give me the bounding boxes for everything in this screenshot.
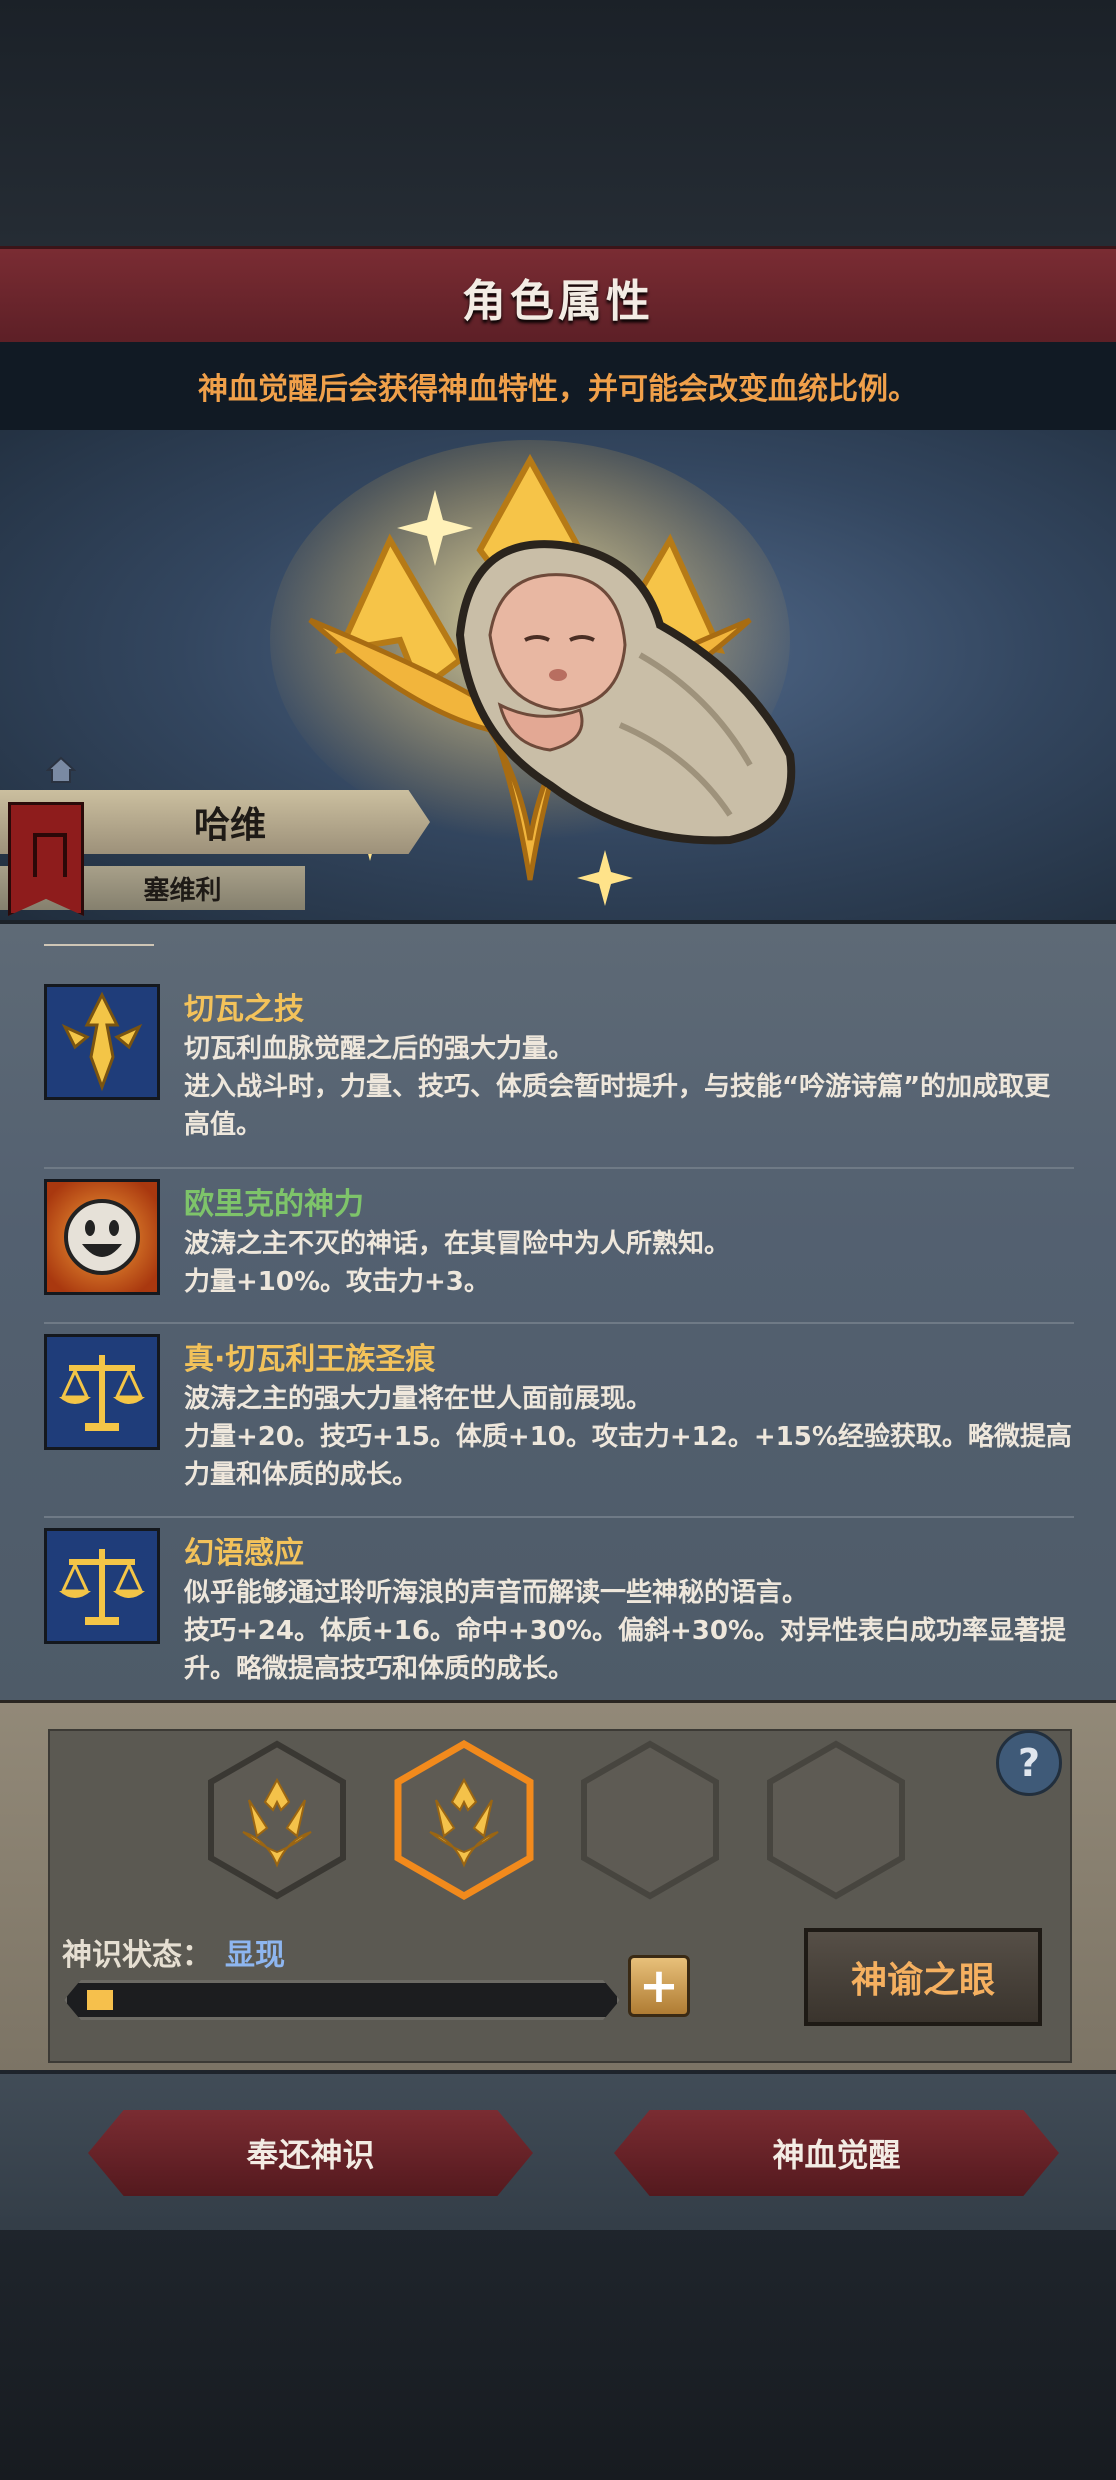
awakening-slot-2[interactable] (394, 1740, 534, 1900)
return-divinity-button[interactable]: 奉还神识 (88, 2110, 533, 2196)
trait-description: 似乎能够通过聆听海浪的声音而解读一些神秘的语言。 技巧+24。体质+16。命中+… (184, 1574, 1074, 1688)
character-lineage: 塞维利 (143, 875, 222, 906)
add-progress-button[interactable]: + (628, 1955, 690, 2017)
list-divider (44, 1167, 1074, 1169)
oracle-eye-button[interactable]: 神谕之眼 (804, 1928, 1042, 2026)
trait-name: 欧里克的神力 (184, 1187, 364, 1222)
trait-description: 波涛之主不灭的神话，在其冒险中为人所熟知。 力量+10%。攻击力+3。 (184, 1225, 1074, 1301)
notice-text: 神血觉醒后会获得神血特性，并可能会改变血统比例。 (198, 372, 918, 407)
trait-description-line: 切瓦利血脉觉醒之后的强大力量。 (184, 1034, 575, 1064)
help-button[interactable]: ? (996, 1730, 1062, 1796)
character-name: 哈维 (193, 805, 266, 846)
golden-sword-emblem-icon (44, 984, 160, 1100)
trait-list[interactable]: 切瓦之技 切瓦利血脉觉醒之后的强大力量。 进入战斗时，力量、技巧、体质会暂时提升… (0, 920, 1116, 1704)
trait-description-line: 技巧+24。体质+16。命中+30%。偏斜+30%。对异性表白成功率显著提升。略… (184, 1616, 1066, 1684)
trait-description-line: 进入战斗时，力量、技巧、体质会暂时提升，与技能“吟游诗篇”的加成取更高值。 (184, 1072, 1051, 1140)
blood-awaken-button[interactable]: 神血觉醒 (614, 2110, 1059, 2196)
banner-mark (33, 833, 67, 877)
title-bar: 角色属性 (0, 246, 1116, 349)
notice-strip: 神血觉醒后会获得神血特性，并可能会改变血统比例。 (0, 342, 1116, 430)
divine-progress-bar (64, 1980, 620, 2020)
blood-awaken-label: 神血觉醒 (772, 2136, 901, 2174)
list-divider (44, 944, 154, 946)
top-background (0, 0, 1116, 246)
trait-description: 切瓦利血脉觉醒之后的强大力量。 进入战斗时，力量、技巧、体质会暂时提升，与技能“… (184, 1030, 1074, 1144)
oracle-eye-label: 神谕之眼 (850, 1960, 995, 2001)
trait-description-line: 波涛之主的强大力量将在世人面前展现。 (184, 1384, 653, 1414)
page-title: 角色属性 (462, 276, 654, 327)
trait-description-line: 力量+20。技巧+15。体质+10。攻击力+12。+15%经验获取。略微提高力量… (184, 1422, 1072, 1490)
trait-description: 波涛之主的强大力量将在世人面前展现。 力量+20。技巧+15。体质+10。攻击力… (184, 1380, 1074, 1494)
awakening-slot-3[interactable] (580, 1740, 720, 1900)
question-mark-icon: ? (1017, 1741, 1041, 1785)
bottom-background (0, 2230, 1116, 2480)
trait-name: 切瓦之技 (184, 992, 304, 1027)
list-divider (44, 1516, 1074, 1518)
return-divinity-label: 奉还神识 (246, 2136, 375, 2174)
divine-state-label: 神识状态： (62, 1938, 212, 1973)
smiling-face-icon (44, 1179, 160, 1295)
trait-description-line: 似乎能够通过聆听海浪的声音而解读一些神秘的语言。 (184, 1578, 809, 1608)
golden-scales-icon (44, 1334, 160, 1450)
trait-name: 幻语感应 (184, 1536, 304, 1571)
progress-fill (87, 1990, 113, 2010)
list-divider (44, 1322, 1074, 1324)
golden-scales-icon (44, 1528, 160, 1644)
swaddled-baby-portrait (455, 540, 796, 845)
awakening-slot-4[interactable] (766, 1740, 906, 1900)
awakening-slot-1[interactable] (207, 1740, 347, 1900)
trait-description-line: 力量+10%。攻击力+3。 (184, 1267, 490, 1297)
plus-icon: + (638, 1958, 680, 2014)
trait-name: 真·切瓦利王族圣痕 (184, 1342, 436, 1377)
trait-description-line: 波涛之主不灭的神话，在其冒险中为人所熟知。 (184, 1229, 731, 1259)
character-nameplate: 哈维 塞维利 (0, 756, 440, 925)
divine-state-value: 显现 (225, 1938, 285, 1973)
home-icon (46, 756, 76, 783)
